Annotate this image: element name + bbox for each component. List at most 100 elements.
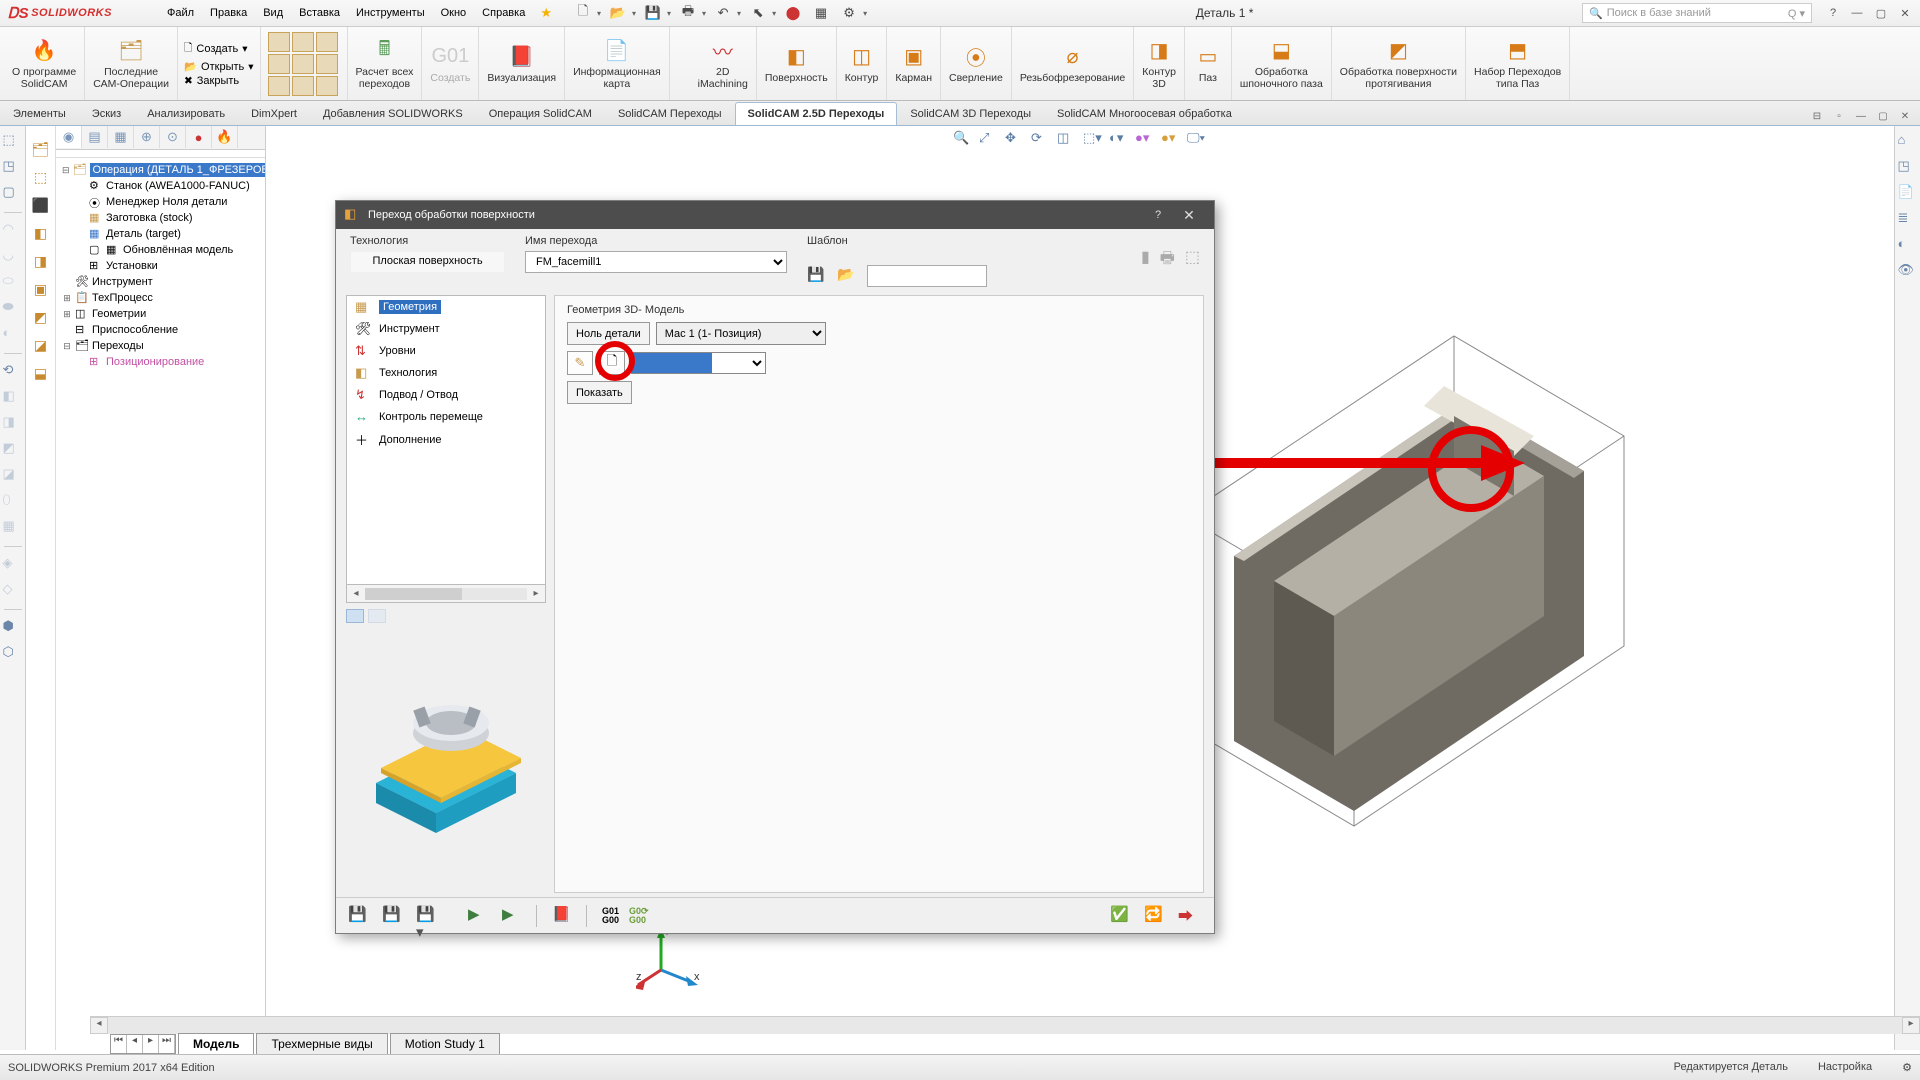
ribbon-slot[interactable]: ▭Паз: [1185, 27, 1232, 100]
lt-icon-19[interactable]: ⬡: [3, 644, 23, 664]
rt-sheet-icon[interactable]: 📄: [1898, 184, 1918, 204]
lt-icon-12[interactable]: ◩: [3, 440, 23, 460]
lt-icon-5[interactable]: ◡: [3, 247, 23, 267]
undo-icon[interactable]: ↶: [712, 4, 734, 22]
tab-solidcam-multi[interactable]: SolidCAM Многоосевая обработка: [1044, 102, 1245, 125]
ft-g00-icon[interactable]: G0⟳G00: [629, 907, 649, 925]
tree-target[interactable]: ▦Деталь (target): [58, 226, 263, 242]
tree-updated[interactable]: ▢▦Обновлённая модель: [58, 242, 263, 258]
lt-icon-18[interactable]: ⬢: [3, 618, 23, 638]
lt-icon-6[interactable]: ⬭: [3, 273, 23, 293]
tab-dimxpert[interactable]: DimXpert: [238, 102, 310, 125]
status-custom[interactable]: Настройка: [1818, 1061, 1872, 1074]
vt-shade-icon[interactable]: ◐▾: [1109, 130, 1129, 148]
rt-clip-icon[interactable]: ◐: [1898, 236, 1918, 256]
tree-tech[interactable]: ⊞📋ТехПроцесс: [58, 290, 263, 306]
tab-solidcam-25d[interactable]: SolidCAM 2.5D Переходы: [735, 102, 898, 125]
ft-sim1-icon[interactable]: ▶: [468, 905, 492, 927]
ft-apply-icon[interactable]: 🔁: [1144, 905, 1168, 927]
vt-iso-icon[interactable]: ⬚▾: [1083, 130, 1103, 148]
tab-solidcam-3d[interactable]: SolidCAM 3D Переходы: [897, 102, 1044, 125]
template-save-icon[interactable]: 💾: [807, 266, 829, 286]
btab-last-icon[interactable]: ⏭: [159, 1035, 175, 1053]
thumb-1[interactable]: [346, 609, 364, 623]
ribbon-viz[interactable]: 📕Визуализация: [479, 27, 565, 100]
tree-positioning[interactable]: ⊞Позиционирование: [58, 354, 263, 370]
lt-icon-16[interactable]: ◈: [3, 555, 23, 575]
tab-addins[interactable]: Добавления SOLIDWORKS: [310, 102, 476, 125]
tabs-x-icon[interactable]: ✕: [1896, 111, 1914, 125]
bottom-tab-model[interactable]: Модель: [178, 1033, 254, 1054]
tree-fixture[interactable]: ⊟Приспособление: [58, 322, 263, 338]
mac-dropdown[interactable]: Mac 1 (1- Позиция): [656, 322, 826, 345]
ribbon-create[interactable]: 🗋 Создать ▾: [184, 40, 254, 58]
tree-tab-4[interactable]: ⊕: [134, 126, 160, 148]
st-icon-2[interactable]: ⬚: [30, 166, 52, 188]
select-icon[interactable]: ⬉: [747, 4, 769, 22]
ribbon-info[interactable]: 📄Информационная карта: [565, 27, 670, 100]
menu-edit[interactable]: Правка: [203, 3, 254, 23]
tree-tab-2[interactable]: ▤: [82, 126, 108, 148]
lt-icon-4[interactable]: ◠: [3, 221, 23, 241]
tree-geom[interactable]: ⊞◫Геометрии: [58, 306, 263, 322]
star-icon[interactable]: ★: [540, 5, 552, 21]
dialog-help-icon[interactable]: ?: [1144, 209, 1172, 221]
nav-leadin[interactable]: ↯Подвод / Отвод: [347, 384, 545, 406]
menu-tools[interactable]: Инструменты: [349, 3, 432, 23]
dlg-hdr-icon1[interactable]: ▮: [1141, 247, 1150, 267]
open-icon[interactable]: 📂: [607, 4, 629, 22]
bottom-tab-motion[interactable]: Motion Study 1: [390, 1033, 500, 1054]
ribbon-about[interactable]: 🔥О программе SolidCAM: [4, 27, 85, 100]
ft-save-icon[interactable]: 💾: [348, 905, 372, 927]
status-gear-icon[interactable]: ⚙: [1902, 1061, 1912, 1074]
ribbon-cube-grid[interactable]: [261, 27, 348, 100]
st-icon-1[interactable]: 🗂: [30, 138, 52, 160]
st-icon-4[interactable]: ◧: [30, 222, 52, 244]
rebuild-icon[interactable]: ⬤: [782, 4, 804, 22]
rt-cube-icon[interactable]: ◳: [1898, 158, 1918, 178]
menu-insert[interactable]: Вставка: [292, 3, 347, 23]
lt-icon-9[interactable]: ⟲: [3, 362, 23, 382]
vt-color-icon[interactable]: ●▾: [1135, 130, 1155, 148]
ribbon-recent[interactable]: 🗂Последние САМ-Операции: [85, 27, 178, 100]
tree-tab-1[interactable]: ◉: [56, 126, 82, 148]
vt-zoom-icon[interactable]: 🔍: [953, 130, 973, 148]
menu-file[interactable]: Файл: [160, 3, 201, 23]
ft-ok-icon[interactable]: ✅: [1110, 905, 1134, 927]
vt-orbit-icon[interactable]: ⟳: [1031, 130, 1051, 148]
lt-icon-3[interactable]: ▢: [3, 184, 23, 204]
vt-section-icon[interactable]: ◫: [1057, 130, 1077, 148]
tabs-dash-icon[interactable]: —: [1852, 111, 1870, 125]
dlg-hdr-icon2[interactable]: 🖶: [1160, 247, 1175, 274]
ribbon-calc[interactable]: 🖩Расчет всех переходов: [348, 27, 423, 100]
nav-tool[interactable]: 🛠Инструмент: [347, 318, 545, 340]
tree-operation[interactable]: ⊟🗂Операция (ДЕТАЛЬ 1_ФРЕЗЕРОВ: [58, 162, 263, 178]
btab-next-icon[interactable]: ▸: [143, 1035, 159, 1053]
tab-solidcam-tr[interactable]: SolidCAM Переходы: [605, 102, 735, 125]
tree-ops[interactable]: ⊟🗂Переходы: [58, 338, 263, 354]
tabs-collapse-icon[interactable]: ⊟: [1808, 111, 1826, 125]
tab-elements[interactable]: Элементы: [0, 102, 79, 125]
ft-gcode-icon[interactable]: 📕: [552, 905, 576, 927]
st-icon-6[interactable]: ▣: [30, 278, 52, 300]
tab-analyze[interactable]: Анализировать: [134, 102, 238, 125]
geometry-select[interactable]: [631, 352, 766, 374]
st-icon-5[interactable]: ◨: [30, 250, 52, 272]
menu-help[interactable]: Справка: [475, 3, 532, 23]
ribbon-face[interactable]: ◧Поверхность: [757, 27, 837, 100]
vt-appear-icon[interactable]: ●▾: [1161, 130, 1181, 148]
ribbon-3dcontour[interactable]: ◨Контур 3D: [1134, 27, 1185, 100]
st-icon-8[interactable]: ◪: [30, 334, 52, 356]
tabs-min-icon[interactable]: ▫: [1830, 111, 1848, 125]
lt-icon-2[interactable]: ◳: [3, 158, 23, 178]
maximize-icon[interactable]: ▢: [1870, 4, 1892, 22]
lt-icon-8[interactable]: ◐: [3, 325, 23, 345]
menu-view[interactable]: Вид: [256, 3, 290, 23]
ribbon-keyway[interactable]: ⬓Обработка шпоночного паза: [1232, 27, 1332, 100]
close-icon[interactable]: ✕: [1894, 4, 1916, 22]
gear-icon[interactable]: ⚙: [838, 4, 860, 22]
ribbon-pocket[interactable]: ▣Карман: [887, 27, 941, 100]
ft-g01-icon[interactable]: G01G00: [602, 907, 619, 925]
template-input[interactable]: [867, 265, 987, 287]
lt-icon-15[interactable]: ▦: [3, 518, 23, 538]
